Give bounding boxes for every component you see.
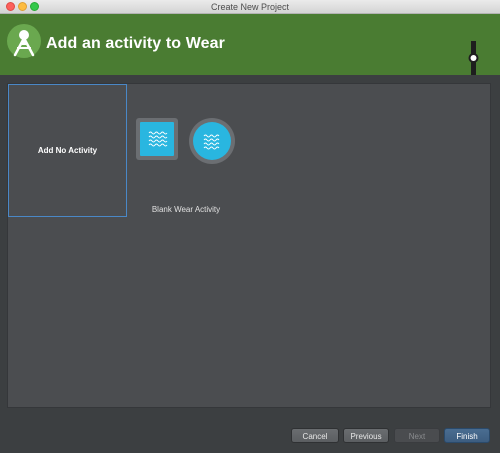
cancel-button[interactable]: Cancel [291,428,339,443]
finish-button[interactable]: Finish [444,428,490,443]
previous-button[interactable]: Previous [343,428,389,443]
title-bar: Create New Project [0,0,500,14]
create-project-window: Create New Project Add an activity to We… [0,0,500,453]
activity-label: Add No Activity [37,146,98,155]
watch-icon [468,41,479,75]
page-title: Add an activity to Wear [46,35,225,52]
window-title: Create New Project [210,2,290,12]
next-button[interactable]: Next [394,428,440,443]
activity-tile-blank-wear[interactable]: Blank Wear Activity [133,114,243,217]
android-studio-icon [7,24,41,58]
round-watch-icon [189,118,235,164]
activity-label: Blank Wear Activity [151,205,221,214]
wizard-header: Add an activity to Wear [0,14,500,75]
square-watch-icon [136,118,178,160]
activity-tile-no-activity[interactable]: Add No Activity [8,84,127,217]
